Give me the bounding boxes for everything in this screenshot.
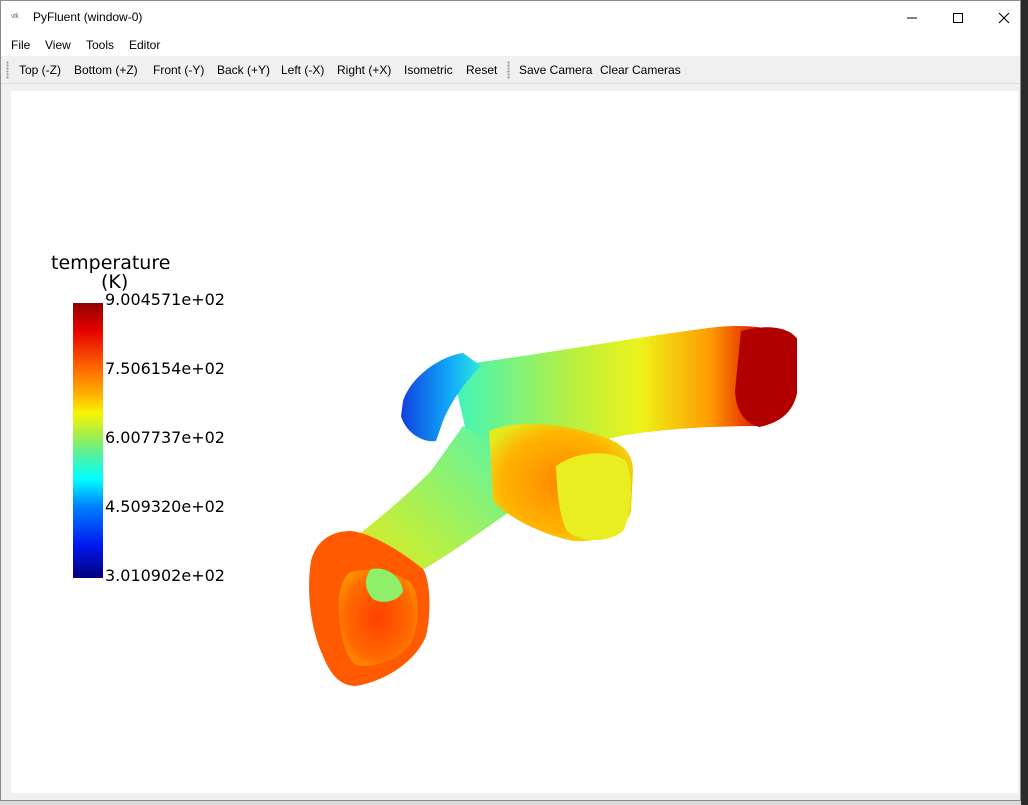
view-bottom-button[interactable]: Bottom (+Z) bbox=[74, 63, 138, 77]
menu-view[interactable]: View bbox=[45, 38, 71, 52]
minimize-icon bbox=[907, 17, 917, 18]
toolbar-grip-handle[interactable] bbox=[6, 61, 9, 79]
app-window: vtk PyFluent (window-0) File View Tools … bbox=[0, 0, 1021, 801]
maximize-button[interactable] bbox=[935, 1, 981, 34]
render-viewport[interactable]: temperature (K) 9.004571e+02 7.506154e+0… bbox=[11, 91, 1018, 793]
outlet-face bbox=[735, 327, 797, 427]
background-desktop-strip bbox=[1021, 0, 1028, 805]
view-toolbar: Top (-Z) Bottom (+Z) Front (-Y) Back (+Y… bbox=[1, 57, 1020, 84]
center-branch-face bbox=[556, 453, 631, 540]
window-title: PyFluent (window-0) bbox=[33, 10, 143, 24]
menu-bar: File View Tools Editor bbox=[1, 34, 1020, 56]
toolbar-grip-handle-2[interactable] bbox=[507, 61, 510, 79]
menu-editor[interactable]: Editor bbox=[129, 38, 160, 52]
title-bar[interactable]: vtk PyFluent (window-0) bbox=[1, 1, 1020, 34]
temperature-contour-scene bbox=[309, 326, 797, 686]
view-top-button[interactable]: Top (-Z) bbox=[19, 63, 61, 77]
menu-tools[interactable]: Tools bbox=[86, 38, 114, 52]
vtk-app-icon: vtk bbox=[11, 13, 19, 20]
view-reset-button[interactable]: Reset bbox=[466, 63, 497, 77]
view-isometric-button[interactable]: Isometric bbox=[404, 63, 453, 77]
close-button[interactable] bbox=[981, 1, 1027, 34]
save-camera-button[interactable]: Save Camera bbox=[519, 63, 592, 77]
view-front-button[interactable]: Front (-Y) bbox=[153, 63, 204, 77]
maximize-icon bbox=[953, 12, 963, 23]
clear-cameras-button[interactable]: Clear Cameras bbox=[600, 63, 681, 77]
menu-file[interactable]: File bbox=[11, 38, 30, 52]
view-right-button[interactable]: Right (+X) bbox=[337, 63, 391, 77]
close-icon bbox=[998, 12, 1010, 23]
view-left-button[interactable]: Left (-X) bbox=[281, 63, 324, 77]
minimize-button[interactable] bbox=[889, 1, 935, 34]
view-back-button[interactable]: Back (+Y) bbox=[217, 63, 270, 77]
